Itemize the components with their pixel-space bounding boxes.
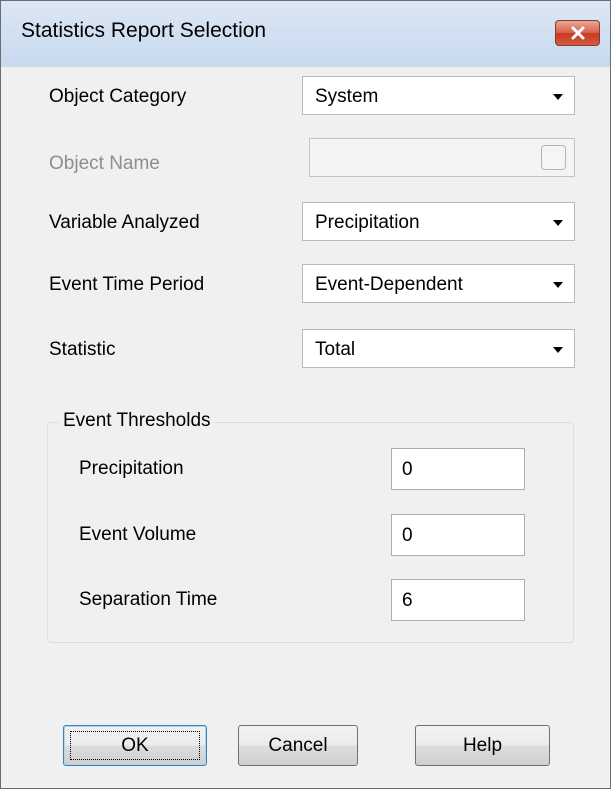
event-volume-threshold-label: Event Volume [79,524,197,545]
object-name-browse-checkbox [541,145,566,170]
focus-indicator [70,731,200,760]
title-bar[interactable]: Statistics Report Selection [1,1,610,67]
object-category-value: System [315,86,379,107]
dialog-body: Object Category System Object Name Varia… [9,67,602,780]
precipitation-threshold-input[interactable]: 0 [391,448,525,490]
statistic-select[interactable]: Total [302,329,575,368]
close-button[interactable] [555,20,600,46]
dialog-window: Statistics Report Selection Object Categ… [0,0,611,789]
object-name-field [309,138,575,177]
window-title: Statistics Report Selection [21,19,267,42]
variable-analyzed-label: Variable Analyzed [49,212,200,233]
event-volume-threshold-value: 0 [402,525,413,546]
variable-analyzed-value: Precipitation [315,212,420,233]
event-time-period-label: Event Time Period [49,274,205,295]
precipitation-threshold-label: Precipitation [79,458,184,479]
separation-time-threshold-input[interactable]: 6 [391,579,525,621]
separation-time-threshold-value: 6 [402,590,413,611]
precipitation-threshold-value: 0 [402,459,413,480]
help-button[interactable]: Help [415,725,550,766]
help-button-label: Help [462,735,503,756]
separation-time-threshold-label: Separation Time [79,589,218,610]
event-volume-threshold-input[interactable]: 0 [391,514,525,556]
object-name-label: Object Name [49,153,160,174]
statistic-value: Total [315,339,356,360]
chevron-down-icon [553,94,563,100]
chevron-down-icon [553,282,563,288]
ok-button[interactable]: OK [63,725,207,766]
cancel-button[interactable]: Cancel [238,725,358,766]
cancel-button-label: Cancel [268,735,328,756]
event-time-period-select[interactable]: Event-Dependent [302,264,575,303]
object-category-label: Object Category [49,86,187,107]
statistic-label: Statistic [49,339,116,360]
event-time-period-value: Event-Dependent [315,274,463,295]
variable-analyzed-select[interactable]: Precipitation [302,202,575,241]
close-icon [571,26,585,40]
event-thresholds-title: Event Thresholds [59,410,215,432]
object-category-select[interactable]: System [302,76,575,115]
chevron-down-icon [553,220,563,226]
chevron-down-icon [553,347,563,353]
